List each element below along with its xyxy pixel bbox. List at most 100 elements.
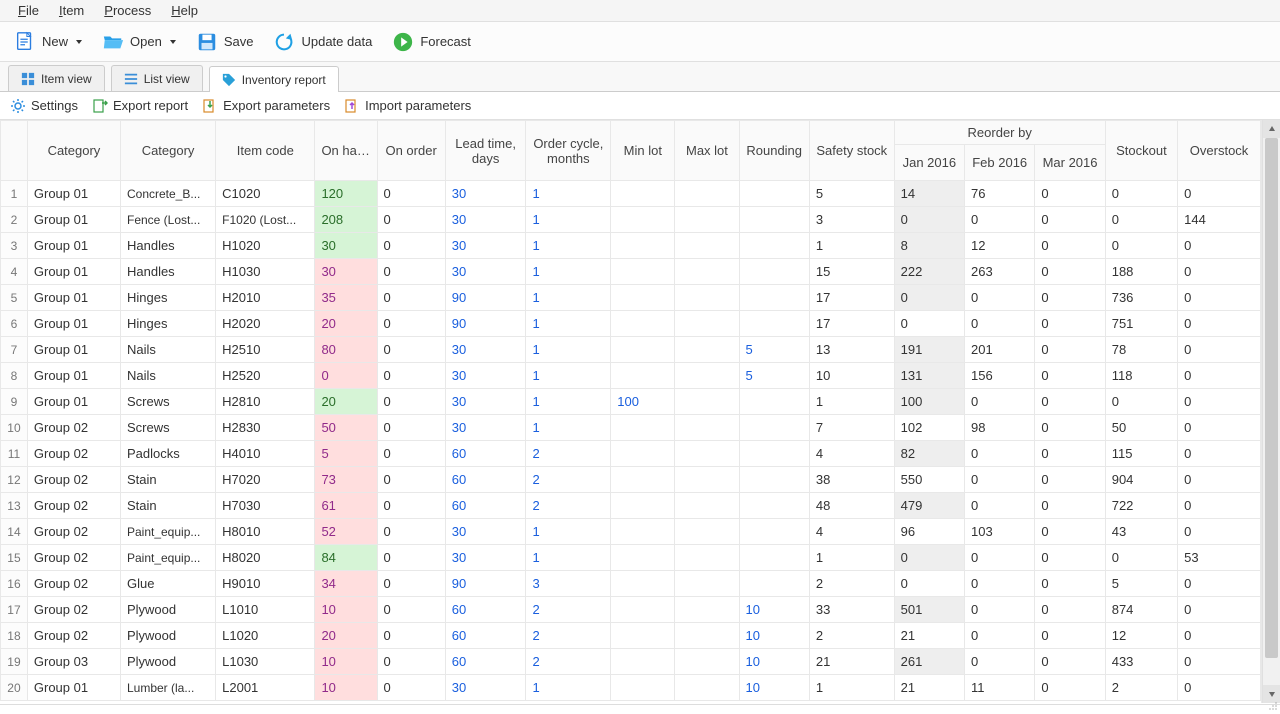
header-order-cycle[interactable]: Order cycle, months bbox=[526, 121, 611, 181]
cell-reorder-m3[interactable]: 0 bbox=[1035, 337, 1105, 363]
cell-lead-time[interactable]: 30 bbox=[445, 519, 526, 545]
cell-safety-stock[interactable]: 4 bbox=[809, 519, 894, 545]
cell-min-lot[interactable] bbox=[611, 363, 675, 389]
cell-reorder-m1[interactable]: 102 bbox=[894, 415, 964, 441]
export-parameters-button[interactable]: Export parameters bbox=[202, 98, 330, 114]
cell-min-lot[interactable] bbox=[611, 493, 675, 519]
cell-stockout[interactable]: 874 bbox=[1105, 597, 1177, 623]
cell-stockout[interactable]: 115 bbox=[1105, 441, 1177, 467]
cell-rounding[interactable] bbox=[739, 545, 809, 571]
cell-order-cycle[interactable]: 1 bbox=[526, 207, 611, 233]
cell-safety-stock[interactable]: 10 bbox=[809, 363, 894, 389]
cell-stockout[interactable]: 751 bbox=[1105, 311, 1177, 337]
header-on-hand[interactable]: On hand bbox=[315, 121, 377, 181]
cell-on-hand[interactable]: 50 bbox=[315, 415, 377, 441]
cell-category1[interactable]: Group 01 bbox=[27, 285, 120, 311]
cell-category1[interactable]: Group 02 bbox=[27, 623, 120, 649]
cell-min-lot[interactable] bbox=[611, 259, 675, 285]
cell-on-hand[interactable]: 10 bbox=[315, 649, 377, 675]
cell-rounding[interactable] bbox=[739, 259, 809, 285]
cell-overstock[interactable]: 53 bbox=[1178, 545, 1261, 571]
cell-category2[interactable]: Paint_equip... bbox=[120, 545, 215, 571]
cell-stockout[interactable]: 2 bbox=[1105, 675, 1177, 701]
cell-on-order[interactable]: 0 bbox=[377, 181, 445, 207]
cell-max-lot[interactable] bbox=[675, 233, 739, 259]
table-row[interactable]: 13Group 02StainH703061060248479007220 bbox=[1, 493, 1261, 519]
table-row[interactable]: 12Group 02StainH702073060238550009040 bbox=[1, 467, 1261, 493]
cell-category2[interactable]: Plywood bbox=[120, 649, 215, 675]
cell-rounding[interactable] bbox=[739, 467, 809, 493]
cell-overstock[interactable]: 0 bbox=[1178, 597, 1261, 623]
cell-max-lot[interactable] bbox=[675, 207, 739, 233]
cell-reorder-m2[interactable]: 11 bbox=[965, 675, 1035, 701]
cell-overstock[interactable]: 0 bbox=[1178, 415, 1261, 441]
cell-order-cycle[interactable]: 1 bbox=[526, 415, 611, 441]
cell-on-hand[interactable]: 0 bbox=[315, 363, 377, 389]
table-row[interactable]: 7Group 01NailsH25108003015131912010780 bbox=[1, 337, 1261, 363]
cell-on-hand[interactable]: 10 bbox=[315, 597, 377, 623]
cell-item-code[interactable]: H4010 bbox=[216, 441, 315, 467]
cell-on-hand[interactable]: 73 bbox=[315, 467, 377, 493]
cell-reorder-m1[interactable]: 479 bbox=[894, 493, 964, 519]
cell-rounding[interactable]: 10 bbox=[739, 649, 809, 675]
cell-category1[interactable]: Group 02 bbox=[27, 519, 120, 545]
cell-on-hand[interactable]: 20 bbox=[315, 311, 377, 337]
cell-item-code[interactable]: L1020 bbox=[216, 623, 315, 649]
cell-lead-time[interactable]: 60 bbox=[445, 649, 526, 675]
cell-reorder-m3[interactable]: 0 bbox=[1035, 389, 1105, 415]
cell-lead-time[interactable]: 30 bbox=[445, 545, 526, 571]
cell-order-cycle[interactable]: 1 bbox=[526, 181, 611, 207]
table-row[interactable]: 9Group 01ScrewsH281020030110011000000 bbox=[1, 389, 1261, 415]
cell-overstock[interactable]: 0 bbox=[1178, 363, 1261, 389]
cell-on-order[interactable]: 0 bbox=[377, 675, 445, 701]
cell-rounding[interactable]: 10 bbox=[739, 675, 809, 701]
cell-on-order[interactable]: 0 bbox=[377, 493, 445, 519]
cell-rounding[interactable] bbox=[739, 285, 809, 311]
cell-overstock[interactable]: 0 bbox=[1178, 311, 1261, 337]
header-max-lot[interactable]: Max lot bbox=[675, 121, 739, 181]
cell-category2[interactable]: Nails bbox=[120, 363, 215, 389]
cell-reorder-m1[interactable]: 261 bbox=[894, 649, 964, 675]
cell-category2[interactable]: Lumber (la... bbox=[120, 675, 215, 701]
cell-on-order[interactable]: 0 bbox=[377, 207, 445, 233]
cell-item-code[interactable]: L1030 bbox=[216, 649, 315, 675]
resize-handle-icon[interactable] bbox=[1266, 699, 1278, 711]
cell-reorder-m3[interactable]: 0 bbox=[1035, 259, 1105, 285]
header-lead-time[interactable]: Lead time, days bbox=[445, 121, 526, 181]
cell-reorder-m2[interactable]: 0 bbox=[965, 597, 1035, 623]
cell-order-cycle[interactable]: 1 bbox=[526, 363, 611, 389]
cell-stockout[interactable]: 0 bbox=[1105, 207, 1177, 233]
cell-safety-stock[interactable]: 2 bbox=[809, 571, 894, 597]
cell-reorder-m3[interactable]: 0 bbox=[1035, 441, 1105, 467]
forecast-button[interactable]: Forecast bbox=[384, 27, 479, 57]
cell-category2[interactable]: Plywood bbox=[120, 623, 215, 649]
cell-reorder-m3[interactable]: 0 bbox=[1035, 233, 1105, 259]
cell-on-hand[interactable]: 10 bbox=[315, 675, 377, 701]
cell-safety-stock[interactable]: 17 bbox=[809, 311, 894, 337]
cell-reorder-m3[interactable]: 0 bbox=[1035, 181, 1105, 207]
cell-max-lot[interactable] bbox=[675, 675, 739, 701]
cell-order-cycle[interactable]: 1 bbox=[526, 259, 611, 285]
cell-reorder-m1[interactable]: 14 bbox=[894, 181, 964, 207]
cell-category2[interactable]: Glue bbox=[120, 571, 215, 597]
cell-min-lot[interactable] bbox=[611, 623, 675, 649]
cell-safety-stock[interactable]: 7 bbox=[809, 415, 894, 441]
header-month-3[interactable]: Mar 2016 bbox=[1035, 145, 1105, 181]
cell-reorder-m2[interactable]: 263 bbox=[965, 259, 1035, 285]
cell-rounding[interactable] bbox=[739, 571, 809, 597]
cell-rounding[interactable] bbox=[739, 519, 809, 545]
cell-reorder-m3[interactable]: 0 bbox=[1035, 597, 1105, 623]
cell-item-code[interactable]: H8010 bbox=[216, 519, 315, 545]
cell-item-code[interactable]: H7020 bbox=[216, 467, 315, 493]
header-reorder-by[interactable]: Reorder by bbox=[894, 121, 1105, 145]
cell-category2[interactable]: Stain bbox=[120, 467, 215, 493]
cell-category1[interactable]: Group 02 bbox=[27, 441, 120, 467]
cell-lead-time[interactable]: 30 bbox=[445, 363, 526, 389]
cell-overstock[interactable]: 0 bbox=[1178, 675, 1261, 701]
cell-on-order[interactable]: 0 bbox=[377, 259, 445, 285]
cell-max-lot[interactable] bbox=[675, 389, 739, 415]
cell-reorder-m3[interactable]: 0 bbox=[1035, 545, 1105, 571]
cell-stockout[interactable]: 722 bbox=[1105, 493, 1177, 519]
tab-inventory-report[interactable]: Inventory report bbox=[209, 66, 339, 92]
cell-stockout[interactable]: 0 bbox=[1105, 389, 1177, 415]
